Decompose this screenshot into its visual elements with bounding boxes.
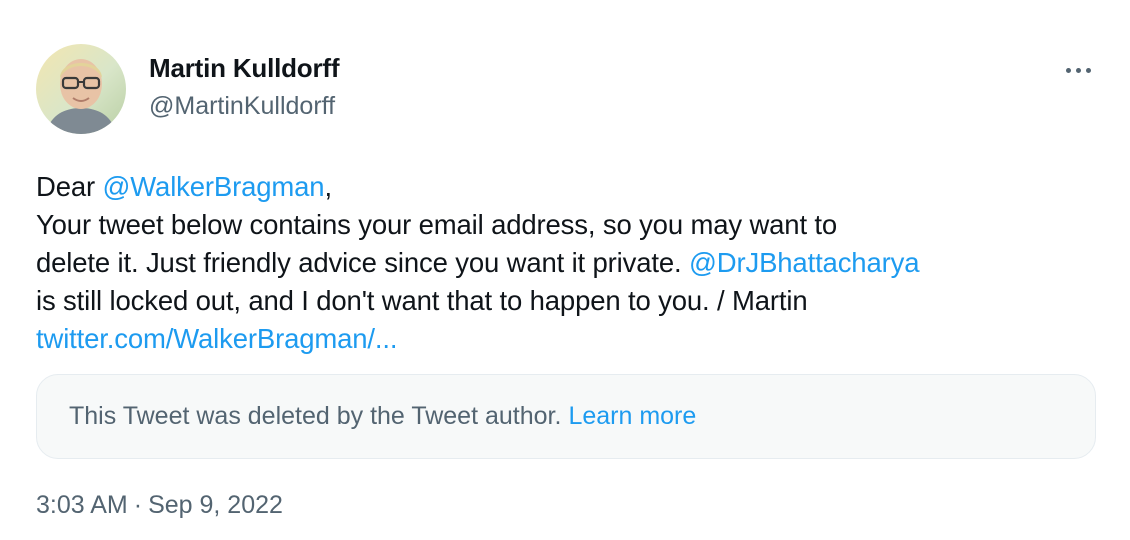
ellipsis-icon — [1065, 67, 1071, 73]
learn-more-link[interactable]: Learn more — [568, 402, 696, 431]
ellipsis-icon — [1075, 67, 1081, 73]
avatar[interactable] — [36, 44, 126, 134]
timestamp-time[interactable]: 3:03 AM — [36, 491, 128, 519]
mention-link[interactable]: @DrJBhattacharya — [689, 247, 919, 278]
tweet-timestamp: 3:03 AM · Sep 9, 2022 — [36, 491, 283, 520]
author-handle[interactable]: @MartinKulldorff — [149, 92, 335, 121]
tweet-text-segment: delete it. Just friendly advice since yo… — [36, 247, 690, 278]
ellipsis-icon — [1085, 67, 1091, 73]
tweet-text: Dear @WalkerBragman, Your tweet below co… — [36, 168, 1116, 358]
tweet-line: Your tweet below contains your email add… — [36, 209, 838, 240]
tweet-line: is still locked out, and I don't want th… — [36, 285, 808, 316]
timestamp-date[interactable]: Sep 9, 2022 — [148, 491, 283, 519]
url-link[interactable]: twitter.com/WalkerBragman/... — [36, 323, 398, 354]
tweet-line: delete it. Just friendly advice since yo… — [36, 244, 1116, 282]
timestamp-separator: · — [133, 491, 143, 519]
mention-link[interactable]: @WalkerBragman — [103, 171, 325, 202]
tweet-line: Dear @WalkerBragman, — [36, 168, 1116, 206]
deleted-notice-text: This Tweet was deleted by the Tweet auth… — [69, 402, 562, 430]
tweet-text-segment: Dear — [36, 171, 103, 202]
tweet-line: twitter.com/WalkerBragman/... — [36, 320, 1116, 358]
quoted-tweet-unavailable: This Tweet was deleted by the Tweet auth… — [36, 374, 1096, 459]
author-display-name[interactable]: Martin Kulldorff — [149, 53, 340, 84]
more-options-button[interactable] — [1054, 58, 1102, 82]
tweet-text-segment: , — [324, 171, 332, 202]
tweet-card: Martin Kulldorff @MartinKulldorff Dear @… — [0, 0, 1130, 540]
avatar-photo — [36, 44, 126, 134]
